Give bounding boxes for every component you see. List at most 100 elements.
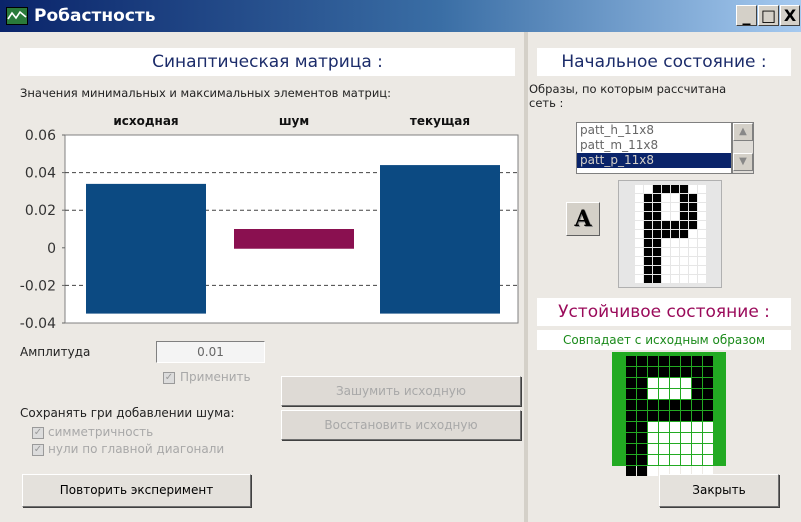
maximize-button[interactable]: □ [758, 5, 779, 26]
grid-cell [653, 221, 661, 229]
pattern-item-selected[interactable]: patt_p_11x8 [577, 153, 731, 168]
apply-checkbox[interactable]: ✓ [163, 372, 175, 384]
grid-cell [635, 221, 643, 229]
grid-cell [653, 266, 661, 274]
window-title: Робастность [34, 6, 156, 26]
grid-cell [680, 248, 688, 256]
grid-cell [689, 194, 697, 202]
pattern-item[interactable]: patt_m_11x8 [577, 138, 731, 153]
grid-cell [662, 275, 670, 283]
grid-cell [644, 194, 652, 202]
add-noise-button[interactable]: Зашумить исходную [281, 376, 521, 406]
grid-cell [680, 230, 688, 238]
title-bar[interactable]: Робастность _ □ X [0, 0, 801, 32]
y-tick-label: 0.04 [25, 166, 56, 182]
grid-cell [662, 266, 670, 274]
pattern-list-scrollbar[interactable]: ▲ ▼ [732, 122, 754, 174]
category-label: исходная [113, 114, 178, 128]
symmetry-checkbox[interactable]: ✓ [32, 427, 44, 439]
grid-cell [648, 422, 658, 432]
stable-status: Совпадает с исходным образом [537, 330, 791, 350]
grid-cell [703, 378, 713, 388]
initial-caption-line1: Образы, по которым рассчитана [529, 82, 727, 96]
grid-cell [653, 239, 661, 247]
grid-cell [670, 433, 680, 443]
initial-header: Начальное состояние : [537, 48, 791, 76]
grid-cell [635, 275, 643, 283]
grid-cell [637, 389, 647, 399]
grid-cell [689, 230, 697, 238]
grid-cell [671, 212, 679, 220]
grid-cell [703, 411, 713, 421]
grid-cell [653, 257, 661, 265]
grid-cell [689, 239, 697, 247]
grid-cell [626, 455, 636, 465]
grid-cell [670, 444, 680, 454]
grid-cell [689, 266, 697, 274]
grid-cell [637, 411, 647, 421]
grid-cell [681, 367, 691, 377]
grid-cell [644, 212, 652, 220]
scroll-down-icon[interactable]: ▼ [733, 153, 753, 171]
font-pattern-button[interactable]: A [566, 202, 600, 236]
grid-cell [637, 400, 647, 410]
grid-cell [648, 356, 658, 366]
grid-cell [659, 422, 669, 432]
grid-cell [653, 185, 661, 193]
grid-cell [637, 422, 647, 432]
grid-cell [637, 466, 647, 476]
grid-cell [670, 367, 680, 377]
grid-cell [680, 239, 688, 247]
grid-cell [648, 400, 658, 410]
grid-cell [662, 203, 670, 211]
minimize-button[interactable]: _ [736, 5, 757, 26]
grid-cell [626, 356, 636, 366]
zeros-checkbox[interactable]: ✓ [32, 444, 44, 456]
keep-label: Сохранять гри добавлении шума: [20, 406, 235, 420]
letter-a-icon: A [574, 206, 592, 232]
grid-cell [680, 266, 688, 274]
grid-cell [662, 248, 670, 256]
grid-cell [637, 367, 647, 377]
grid-cell [689, 248, 697, 256]
grid-cell [659, 444, 669, 454]
grid-cell [671, 194, 679, 202]
grid-cell [648, 389, 658, 399]
grid-cell [681, 356, 691, 366]
close-window-button[interactable]: X [780, 5, 800, 26]
y-tick-label: -0.02 [20, 278, 56, 294]
grid-cell [653, 212, 661, 220]
pattern-list[interactable]: patt_h_11x8 patt_m_11x8 patt_p_11x8 [576, 122, 732, 174]
scroll-up-icon[interactable]: ▲ [733, 123, 753, 141]
y-tick-label: 0 [47, 241, 56, 257]
grid-cell [681, 422, 691, 432]
grid-cell [670, 356, 680, 366]
grid-cell [648, 433, 658, 443]
grid-cell [681, 378, 691, 388]
close-button[interactable]: Закрыть [659, 474, 779, 507]
grid-cell [692, 389, 702, 399]
grid-cell [635, 266, 643, 274]
grid-cell [692, 455, 702, 465]
grid-cell [671, 257, 679, 265]
grid-cell [626, 411, 636, 421]
matrix-header: Синаптическая матрица : [20, 48, 515, 76]
grid-cell [671, 230, 679, 238]
restore-button[interactable]: Восстановить исходную [281, 410, 521, 440]
bar-2 [380, 165, 500, 314]
initial-state-grid [618, 180, 722, 288]
grid-cell [698, 185, 706, 193]
grid-cell [680, 194, 688, 202]
grid-cell [635, 239, 643, 247]
grid-cell [637, 378, 647, 388]
grid-cell [670, 455, 680, 465]
grid-cell [681, 400, 691, 410]
grid-cell [635, 212, 643, 220]
grid-cell [659, 400, 669, 410]
grid-cell [692, 400, 702, 410]
pattern-item[interactable]: patt_h_11x8 [577, 123, 731, 138]
repeat-experiment-button[interactable]: Повторить эксперимент [22, 474, 251, 507]
grid-cell [637, 444, 647, 454]
amplitude-input[interactable]: 0.01 [156, 341, 265, 363]
grid-cell [626, 422, 636, 432]
